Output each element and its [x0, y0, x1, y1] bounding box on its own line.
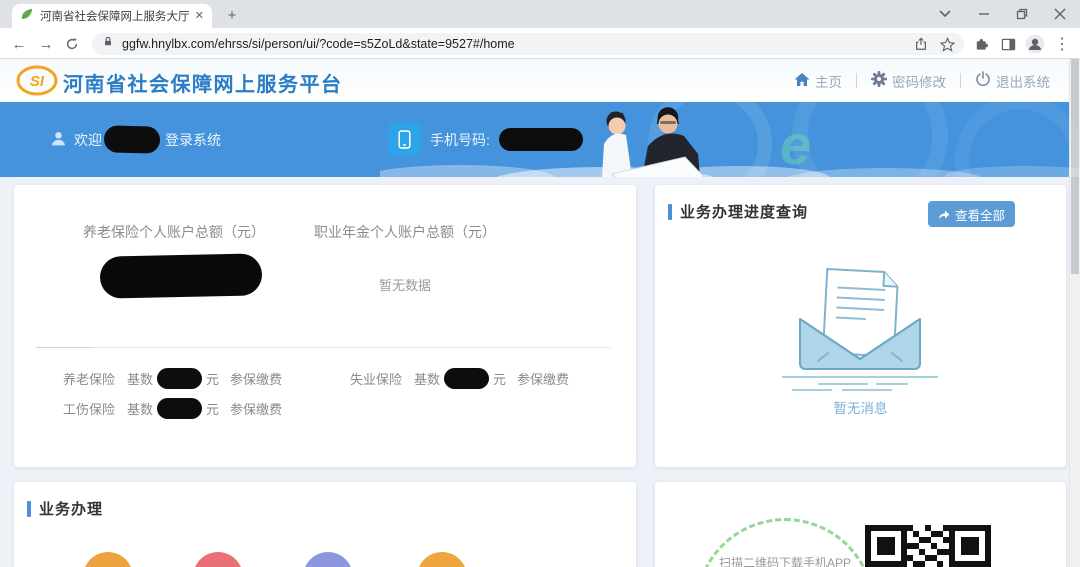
- tab-close-icon[interactable]: ✕: [195, 10, 204, 22]
- gear-icon: [871, 71, 887, 90]
- browser-menu-dots-icon[interactable]: ⋮: [1051, 33, 1073, 55]
- minimize-button[interactable]: [969, 0, 999, 28]
- redacted-pension-amount: [99, 253, 263, 299]
- title-accent-bar: [668, 203, 672, 220]
- redacted-base-amount: [157, 397, 203, 419]
- title-accent-bar: [27, 500, 31, 517]
- redacted-username: [103, 125, 161, 154]
- base-label: 基数: [127, 371, 154, 387]
- business-item-icon[interactable]: [417, 552, 467, 567]
- progress-query-card: 业务办理进度查询 查看全部 暂无消息: [655, 185, 1066, 467]
- view-all-button[interactable]: 查看全部: [928, 201, 1015, 227]
- nav-home-link[interactable]: 主页: [794, 71, 842, 91]
- forward-button[interactable]: →: [35, 33, 57, 55]
- unit-label: 元: [206, 371, 220, 387]
- maximize-button[interactable]: [1007, 0, 1037, 28]
- header-nav: 主页 密码修改 退出系统: [794, 59, 1050, 102]
- unit-label: 元: [493, 371, 507, 387]
- user-icon: [50, 130, 67, 150]
- app-download-card: 扫描二维码下载手机APP: [655, 482, 1066, 567]
- lock-icon: [102, 35, 114, 53]
- base-label: 基数: [127, 401, 154, 417]
- social-insurance-logo: SI: [16, 65, 58, 96]
- card-divider: [36, 347, 612, 348]
- qr-code: [865, 525, 991, 567]
- share-icon[interactable]: [912, 35, 930, 53]
- side-panel-icon[interactable]: [997, 33, 1019, 55]
- nav-separator: [856, 73, 857, 88]
- business-handling-card: 业务办理: [14, 482, 636, 567]
- welcome-message: 欢迎 登录系统: [50, 102, 221, 177]
- insurance-name: 工伤保险: [63, 401, 116, 417]
- reload-button[interactable]: [61, 33, 83, 55]
- bookmark-star-icon[interactable]: [938, 35, 956, 53]
- svg-text:SI: SI: [30, 73, 45, 90]
- progress-title-text: 业务办理进度查询: [680, 204, 809, 221]
- browser-tab[interactable]: 河南省社会保障网上服务大厅（ ✕: [12, 4, 212, 28]
- pension-insurance-row: 养老保险 基数 元 参保缴费: [63, 367, 282, 389]
- pay-insurance-link[interactable]: 参保缴费: [230, 369, 282, 388]
- nav-password-label: 密码修改: [892, 74, 946, 90]
- welcome-prefix: 欢迎: [74, 131, 102, 148]
- annuity-empty-text: 暂无数据: [378, 278, 431, 293]
- redacted-base-amount: [157, 367, 203, 389]
- insurance-name: 失业保险: [350, 371, 403, 387]
- browser-toolbar: ← → ggfw.hnylbx.com/ehrss/si/person/ui/?…: [0, 28, 1080, 59]
- welcome-suffix: 登录系统: [165, 131, 221, 148]
- pay-insurance-link[interactable]: 参保缴费: [230, 399, 282, 418]
- nav-separator: [960, 73, 961, 88]
- window-close-button[interactable]: [1045, 0, 1075, 28]
- site-title: 河南省社会保障网上服务平台: [63, 74, 343, 96]
- qr-caption: 扫描二维码下载手机APP: [718, 556, 851, 567]
- account-summary-card: 养老保险个人账户总额（元） 职业年金个人账户总额（元） 暂无数据 养老保险 基数…: [14, 185, 636, 467]
- base-label: 基数: [414, 371, 441, 387]
- nav-password-link[interactable]: 密码修改: [871, 71, 946, 91]
- progress-card-title: 业务办理进度查询: [668, 201, 808, 222]
- pay-insurance-link[interactable]: 参保缴费: [517, 369, 569, 388]
- back-button[interactable]: ←: [8, 33, 30, 55]
- profile-avatar[interactable]: [1024, 33, 1046, 55]
- extensions-puzzle-icon[interactable]: [970, 33, 992, 55]
- redacted-base-amount: [444, 367, 490, 389]
- unit-label: 元: [206, 401, 220, 417]
- nav-logout-link[interactable]: 退出系统: [975, 71, 1050, 91]
- home-icon: [794, 72, 810, 90]
- annuity-account-title: 职业年金个人账户总额（元）: [314, 224, 496, 240]
- business-item-icon[interactable]: [193, 552, 243, 567]
- redacted-phone-number: [498, 128, 583, 151]
- browser-window: 河南省社会保障网上服务大厅（ ✕ + ← → ggfw.hnylbx.com/e…: [0, 0, 1080, 567]
- arrow-icon: [938, 209, 950, 219]
- power-icon: [975, 71, 991, 90]
- svg-text:e: e: [780, 113, 811, 176]
- chevron-down-icon[interactable]: [930, 0, 960, 28]
- welcome-banner: e 欢迎 登录系统 手机号码:: [0, 102, 1080, 177]
- phone-icon: [388, 123, 421, 156]
- business-title-text: 业务办理: [39, 501, 104, 518]
- phone-label: 手机号码:: [430, 131, 490, 148]
- unemployment-insurance-row: 失业保险 基数 元 参保缴费: [350, 367, 569, 389]
- nav-home-label: 主页: [815, 74, 842, 90]
- view-all-label: 查看全部: [954, 208, 1005, 223]
- business-item-icon[interactable]: [303, 552, 353, 567]
- card-divider-accent: [36, 347, 92, 348]
- url-bar[interactable]: ggfw.hnylbx.com/ehrss/si/person/ui/?code…: [92, 33, 964, 55]
- new-tab-button[interactable]: +: [222, 6, 242, 26]
- nav-logout-label: 退出系统: [996, 74, 1050, 90]
- url-text: ggfw.hnylbx.com/ehrss/si/person/ui/?code…: [122, 37, 515, 51]
- favicon-leaf-icon: [20, 7, 34, 26]
- site-header: SI 河南省社会保障网上服务平台 主页 密码修改 退出系统: [0, 59, 1080, 102]
- business-card-title: 业务办理: [27, 498, 103, 519]
- tab-title: 河南省社会保障网上服务大厅（: [40, 11, 189, 23]
- injury-insurance-row: 工伤保险 基数 元 参保缴费: [63, 397, 282, 419]
- insurance-name: 养老保险: [63, 371, 116, 387]
- no-message-text: 暂无消息: [833, 401, 888, 416]
- tab-strip: 河南省社会保障网上服务大厅（ ✕ +: [0, 0, 1080, 28]
- business-item-icon[interactable]: [83, 552, 133, 567]
- pension-account-title: 养老保险个人账户总额（元）: [83, 224, 265, 240]
- phone-info: 手机号码:: [388, 102, 583, 177]
- empty-mailbox-illustration: [782, 267, 938, 391]
